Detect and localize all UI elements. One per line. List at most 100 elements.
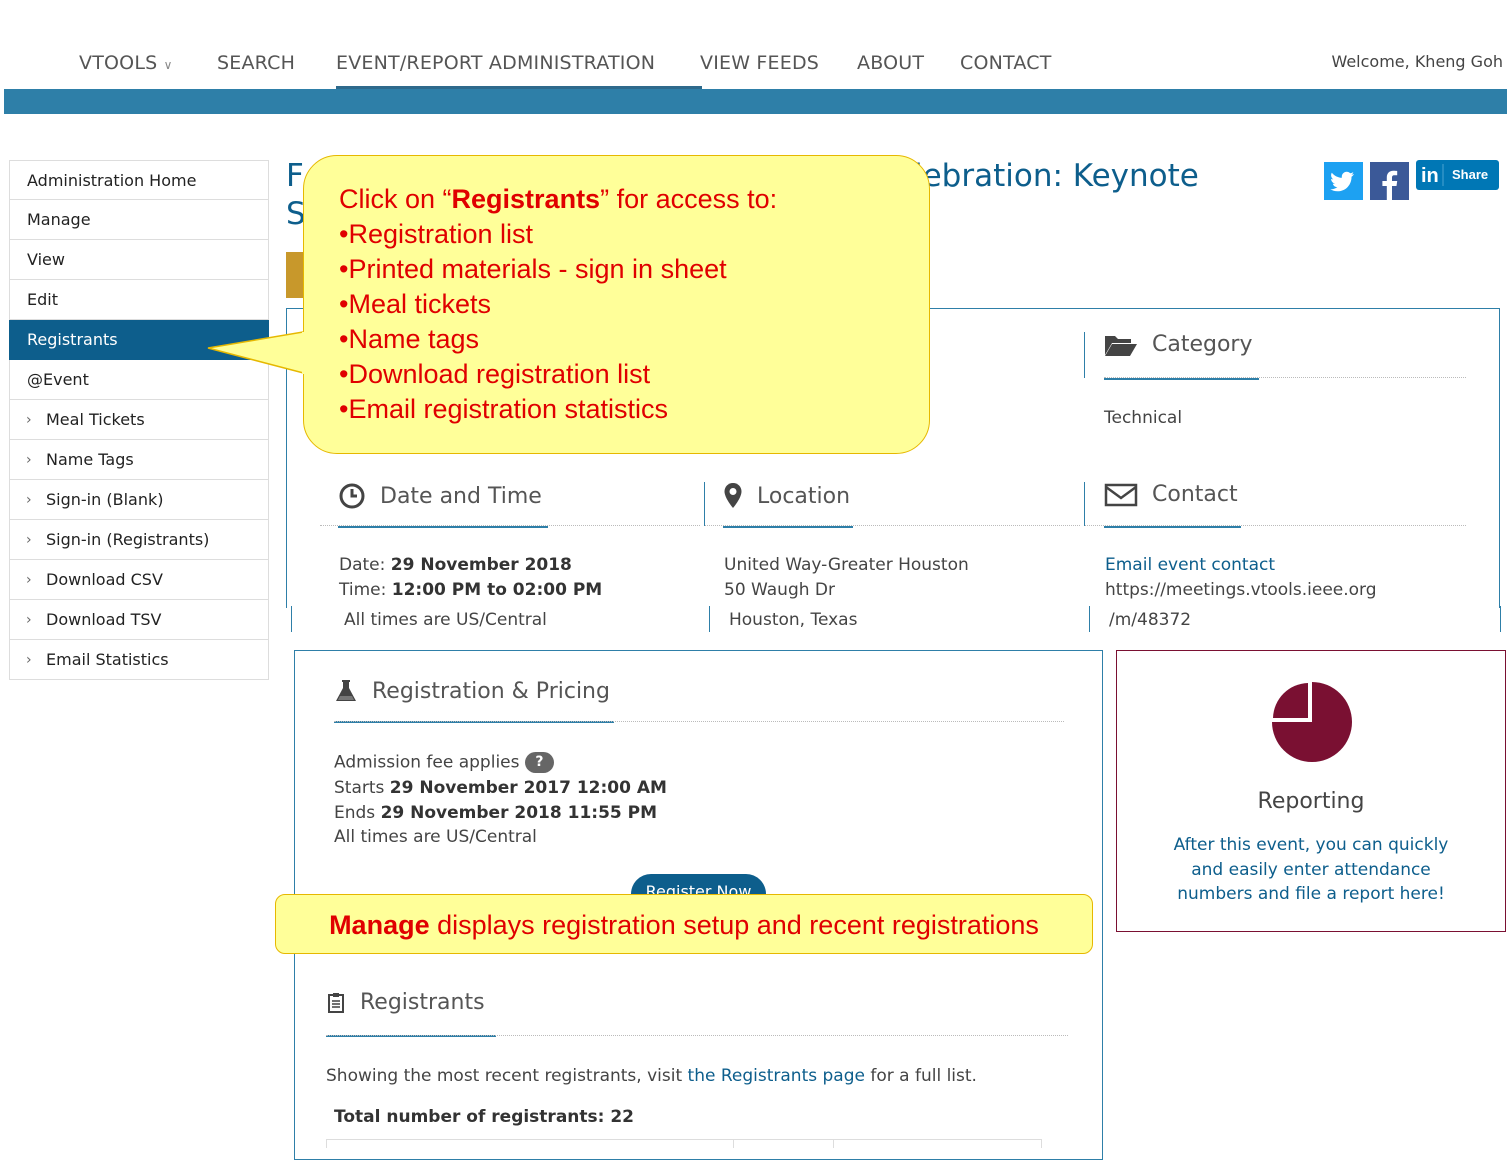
callout-line: •Printed materials - sign in sheet (339, 254, 727, 284)
sidebar-item-download-tsv[interactable]: › Download TSV (9, 600, 269, 640)
manage-callout: Manage displays registration setup and r… (275, 894, 1093, 954)
linkedin-icon: in (1421, 165, 1439, 187)
top-navigation: VTOOLS ∨ SEARCH EVENT/REPORT ADMINISTRAT… (0, 0, 1507, 89)
sidebar-item-view[interactable]: View (9, 240, 269, 280)
facebook-icon[interactable] (1370, 162, 1409, 204)
callout-bold-text: Registrants (451, 184, 601, 214)
sidebar-item-sign-in-blank[interactable]: › Sign-in (Blank) (9, 480, 269, 520)
reporting-text: After this event, you can quickly (1173, 835, 1449, 855)
sidebar-item-label: Administration Home (27, 170, 197, 190)
callout-line: •Name tags (339, 324, 480, 354)
location-heading: Location (723, 482, 850, 510)
separator (704, 482, 705, 526)
starts-label: Starts (334, 778, 390, 798)
time-label: Time: (339, 580, 392, 600)
contact-heading-label: Contact (1152, 482, 1238, 507)
event-date: Date: 29 November 2018 (339, 555, 572, 575)
sidebar-item-label: Download TSV (46, 610, 162, 629)
callout-line: Manage displays registration setup and r… (329, 910, 1039, 940)
ends-value: 29 November 2018 11:55 PM (380, 803, 658, 823)
admission-fee: Admission fee applies ? (334, 752, 554, 773)
sidebar-item-admin-home[interactable]: Administration Home (9, 160, 269, 200)
divider (1085, 525, 1466, 526)
divider (1104, 377, 1466, 378)
sidebar-item-name-tags[interactable]: › Name Tags (9, 440, 269, 480)
sidebar-item-label: Name Tags (46, 450, 134, 469)
separator (291, 606, 292, 632)
callout-bold-text: Manage (329, 910, 430, 940)
sidebar-item-label: Email Statistics (46, 650, 169, 669)
twitter-icon[interactable] (1324, 162, 1363, 204)
callout-line: Click on “Registrants” for access to: (339, 182, 929, 217)
location-heading-label: Location (757, 483, 851, 509)
sidebar-item-label: Manage (27, 210, 91, 229)
callout-text: Click on “ (339, 184, 452, 214)
datetime-heading-label: Date and Time (380, 483, 542, 509)
callout-line: •Email registration statistics (339, 394, 669, 424)
sidebar-item-label: @Event (27, 370, 89, 389)
sidebar-item-email-statistics[interactable]: › Email Statistics (9, 640, 269, 680)
sidebar-item-label: Edit (27, 290, 58, 309)
registration-starts: Starts 29 November 2017 12:00 AM (334, 778, 667, 798)
separator (709, 606, 710, 632)
sidebar-item-sign-in-registrants[interactable]: › Sign-in (Registrants) (9, 520, 269, 560)
sidebar-item-label: Registrants (27, 330, 118, 349)
date-value: 29 November 2018 (390, 555, 572, 575)
header-bar (4, 89, 1507, 114)
linkedin-share-button[interactable]: in Share (1416, 160, 1499, 194)
callout-line: •Meal tickets (339, 289, 491, 319)
callout-text: displays registration setup and recent r… (429, 910, 1039, 940)
category-heading: Category (1104, 332, 1253, 357)
sidebar-item-edit[interactable]: Edit (9, 280, 269, 320)
callout-text: ” for access to: (600, 184, 778, 214)
sidebar-item-meal-tickets[interactable]: › Meal Tickets (9, 400, 269, 440)
nav-search[interactable]: SEARCH (217, 52, 295, 74)
event-time: Time: 12:00 PM to 02:00 PM (339, 580, 602, 600)
contact-heading: Contact (1104, 482, 1238, 507)
welcome-user[interactable]: Welcome, Kheng Goh (1331, 52, 1503, 71)
nav-contact[interactable]: CONTACT (960, 52, 1052, 74)
reporting-link[interactable]: After this event, you can quickly and ea… (1117, 833, 1505, 907)
separator (1500, 606, 1501, 632)
email-contact-link[interactable]: Email event contact (1105, 555, 1275, 575)
nav-vtools-label: VTOOLS (79, 52, 158, 74)
registrants-total: Total number of registrants: 22 (334, 1107, 635, 1127)
contact-url-line2[interactable]: /m/48372 (1109, 610, 1191, 630)
page-title-line1-end: lebration: Keynote (914, 158, 1199, 194)
contact-url-line1[interactable]: https://meetings.vtools.ieee.org (1105, 580, 1377, 600)
nav-vtools[interactable]: VTOOLS ∨ (79, 52, 173, 74)
heading-underline (1104, 378, 1259, 380)
sidebar-item-manage[interactable]: Manage (9, 200, 269, 240)
chevron-right-icon: › (26, 451, 32, 468)
callout-joint (302, 332, 306, 374)
nav-event-admin[interactable]: EVENT/REPORT ADMINISTRATION (336, 52, 655, 74)
reporting-text: and easily enter attendance (1191, 859, 1431, 880)
pie-chart-icon (1272, 682, 1352, 762)
callout-pointer (207, 329, 315, 377)
sidebar-item-label: Sign-in (Blank) (46, 490, 164, 509)
registrants-info: Showing the most recent registrants, vis… (326, 1066, 977, 1086)
location-line2: 50 Waugh Dr (724, 580, 835, 600)
sidebar-item-download-csv[interactable]: › Download CSV (9, 560, 269, 600)
divider (705, 525, 1080, 526)
heading-underline (1104, 526, 1241, 528)
registration-heading-label: Registration & Pricing (372, 678, 610, 704)
separator (1084, 332, 1085, 378)
callout-line: •Registration list (339, 219, 534, 249)
registrants-heading-label: Registrants (360, 990, 485, 1015)
map-marker-icon (724, 483, 742, 508)
sidebar-item-label: Download CSV (46, 570, 163, 589)
sidebar-item-label: View (27, 250, 65, 269)
admin-sidebar: Administration Home Manage View Edit Reg… (9, 160, 269, 680)
category-heading-label: Category (1152, 332, 1253, 357)
page-title-line1-start: F (286, 158, 304, 194)
reporting-heading: Reporting (1257, 789, 1365, 814)
reporting-text: numbers and file a report here! (1177, 884, 1445, 904)
nav-view-feeds[interactable]: VIEW FEEDS (700, 52, 819, 74)
nav-about[interactable]: ABOUT (857, 52, 924, 74)
reporting-panel: Reporting After this event, you can quic… (1116, 650, 1506, 932)
registrants-page-link[interactable]: the Registrants page (688, 1066, 865, 1086)
chevron-right-icon: › (26, 531, 32, 548)
question-icon[interactable]: ? (524, 752, 554, 773)
heading-underline (723, 526, 853, 528)
